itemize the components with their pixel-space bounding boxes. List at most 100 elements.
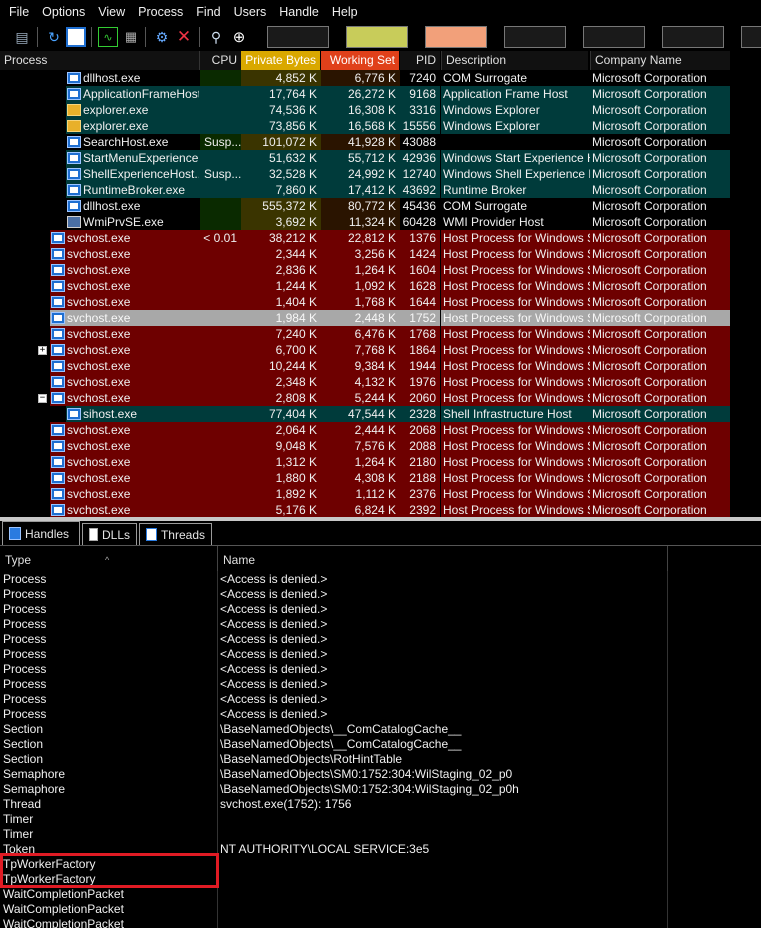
menu-find[interactable]: Find — [191, 5, 225, 19]
handle-row[interactable]: Semaphore \BaseNamedObjects\SM0:1752:304:… — [0, 767, 761, 782]
column-header-pid[interactable]: PID — [400, 51, 440, 70]
menu-process[interactable]: Process — [133, 5, 188, 19]
handle-type: Semaphore — [3, 767, 66, 781]
menu-help[interactable]: Help — [327, 5, 363, 19]
handle-row[interactable]: Process <Access is denied.> — [0, 602, 761, 617]
menu-options[interactable]: Options — [37, 5, 90, 19]
handle-row[interactable]: Process <Access is denied.> — [0, 707, 761, 722]
process-row[interactable]: svchost.exe 1,984 K 2,448 K 1752 Host Proces… — [0, 310, 730, 326]
process-row[interactable]: SearchHost.exe Susp... 101,072 K 41,928 K 43… — [0, 134, 730, 150]
kill-icon[interactable]: ✕ — [174, 27, 194, 47]
process-row[interactable]: dllhost.exe 555,372 K 80,772 K 45436 COM Sur… — [0, 198, 730, 214]
menu-view[interactable]: View — [93, 5, 130, 19]
process-row[interactable]: svchost.exe 2,836 K 1,264 K 1604 Host Proces… — [0, 262, 730, 278]
process-row[interactable]: dllhost.exe 4,852 K 6,776 K 7240 COM Surroga… — [0, 70, 730, 86]
process-row[interactable]: WmiPrvSE.exe 3,692 K 11,324 K 60428 WMI Prov… — [0, 214, 730, 230]
handle-row[interactable]: WaitCompletionPacket — [0, 887, 761, 902]
process-row[interactable]: svchost.exe 1,880 K 4,308 K 2188 Host Proces… — [0, 470, 730, 486]
save-icon[interactable]: ▤ — [12, 27, 32, 47]
menu-users[interactable]: Users — [229, 5, 272, 19]
process-row[interactable]: svchost.exe 2,348 K 4,132 K 1976 Host Proces… — [0, 374, 730, 390]
handle-row[interactable]: Process <Access is denied.> — [0, 617, 761, 632]
handle-row[interactable]: Section \BaseNamedObjects\RotHintTable — [0, 752, 761, 767]
process-row[interactable]: svchost.exe < 0.01 38,212 K 22,812 K 1376 Hos… — [0, 230, 730, 246]
process-row[interactable]: RuntimeBroker.exe 7,860 K 17,412 K 43692 Run… — [0, 182, 730, 198]
process-row[interactable]: svchost.exe 1,244 K 1,092 K 1628 Host Proces… — [0, 278, 730, 294]
column-header-company[interactable]: Company Name — [590, 51, 730, 70]
extra-graph[interactable] — [741, 26, 761, 48]
process-cpu — [200, 246, 241, 262]
find-icon[interactable]: ⚲ — [206, 27, 226, 47]
process-row[interactable]: explorer.exe 73,856 K 16,568 K 15556 Windows… — [0, 118, 730, 134]
handle-name: \BaseNamedObjects\RotHintTable — [220, 752, 403, 766]
process-working-set: 9,384 K — [321, 358, 400, 374]
handle-row[interactable]: Process <Access is denied.> — [0, 662, 761, 677]
handle-row[interactable]: Process <Access is denied.> — [0, 587, 761, 602]
handle-row[interactable]: WaitCompletionPacket — [0, 917, 761, 928]
menu-handle[interactable]: Handle — [274, 5, 324, 19]
commit-graph[interactable] — [346, 26, 408, 48]
process-row[interactable]: svchost.exe 7,240 K 6,476 K 1768 Host Proces… — [0, 326, 730, 342]
handle-row[interactable]: Process <Access is denied.> — [0, 632, 761, 647]
column-header-private-bytes[interactable]: Private Bytes — [241, 51, 320, 70]
process-name: svchost.exe — [67, 231, 131, 245]
tab-threads[interactable]: Threads — [139, 523, 212, 545]
handle-row[interactable]: Semaphore \BaseNamedObjects\SM0:1752:304:… — [0, 782, 761, 797]
process-row[interactable]: svchost.exe 1,892 K 1,112 K 2376 Host Proces… — [0, 486, 730, 502]
process-row[interactable]: svchost.exe 5,176 K 6,824 K 2392 Host Proces… — [0, 502, 730, 517]
handle-row[interactable]: Process <Access is denied.> — [0, 677, 761, 692]
process-working-set: 6,776 K — [321, 70, 400, 86]
handle-row[interactable]: WaitCompletionPacket — [0, 902, 761, 917]
refresh-icon[interactable]: ↻ — [44, 27, 64, 47]
network-graph[interactable] — [504, 26, 566, 48]
process-row[interactable]: explorer.exe 74,536 K 16,308 K 3316 Windows … — [0, 102, 730, 118]
process-row[interactable]: svchost.exe 2,064 K 2,444 K 2068 Host Proces… — [0, 422, 730, 438]
process-row[interactable]: svchost.exe 1,312 K 1,264 K 2180 Host Proces… — [0, 454, 730, 470]
handle-row[interactable]: Section \BaseNamedObjects\__ComCatalogCac… — [0, 737, 761, 752]
menu-file[interactable]: File — [4, 5, 34, 19]
cpu-graph[interactable] — [267, 26, 329, 48]
tab-dlls[interactable]: DLLs — [82, 523, 137, 545]
tab-handles[interactable]: Handles — [2, 521, 80, 545]
column-header-type[interactable]: Type ^ — [0, 546, 218, 572]
crosshair-icon[interactable]: ⊕ — [229, 27, 249, 47]
process-company: Microsoft Corporation — [590, 406, 730, 422]
settings-target-icon[interactable]: ⚙ — [152, 27, 172, 47]
process-row[interactable]: ApplicationFrameHost... 17,764 K 26,272 K9… — [0, 86, 730, 102]
gpu-graph[interactable] — [662, 26, 724, 48]
handle-row[interactable]: Process <Access is denied.> — [0, 692, 761, 707]
process-row[interactable]: svchost.exe 10,244 K 9,384 K 1944 Host Proce… — [0, 358, 730, 374]
disk-graph[interactable] — [583, 26, 645, 48]
column-header-process[interactable]: Process — [0, 51, 200, 70]
column-header-name[interactable]: Name — [218, 546, 668, 572]
process-row[interactable]: svchost.exe 9,048 K 7,576 K 2088 Host Proces… — [0, 438, 730, 454]
column-header-working-set[interactable]: Working Set — [321, 51, 399, 70]
app-window-icon — [51, 376, 65, 388]
process-description: Host Process for Windows S... — [441, 438, 590, 454]
graph-icon[interactable]: ∿ — [98, 27, 118, 47]
handle-row[interactable]: Process <Access is denied.> — [0, 572, 761, 587]
handle-row[interactable]: Process <Access is denied.> — [0, 647, 761, 662]
process-row[interactable]: − svchost.exe 2,808 K 5,244 K 2060 Host Proce… — [0, 390, 730, 406]
handle-row[interactable]: Section \BaseNamedObjects\__ComCatalogCac… — [0, 722, 761, 737]
process-pid: 1944 — [400, 358, 440, 374]
process-row[interactable]: StartMenuExperience... 51,632 K 55,712 K 42… — [0, 150, 730, 166]
cpu-icon[interactable]: ▦ — [121, 27, 141, 47]
column-header-description[interactable]: Description — [441, 51, 588, 70]
process-row[interactable]: + svchost.exe 6,700 K 7,768 K 1864 Host Proce… — [0, 342, 730, 358]
collapse-icon[interactable]: − — [38, 394, 47, 403]
process-cpu — [200, 470, 241, 486]
process-row[interactable]: svchost.exe 1,404 K 1,768 K 1644 Host Proces… — [0, 294, 730, 310]
io-graph[interactable] — [425, 26, 487, 48]
expand-icon[interactable]: + — [38, 346, 47, 355]
process-row[interactable]: svchost.exe 2,344 K 3,256 K 1424 Host Proces… — [0, 246, 730, 262]
handle-row[interactable]: Timer — [0, 827, 761, 842]
handle-type: Thread — [3, 797, 42, 811]
column-header-cpu[interactable]: CPU — [200, 51, 241, 70]
handle-row[interactable]: Timer — [0, 812, 761, 827]
process-row[interactable]: sihost.exe 77,404 K 47,544 K 2328 Shell Infr… — [0, 406, 730, 422]
handle-row[interactable]: Thread svchost.exe(1752): 1756 — [0, 797, 761, 812]
process-row[interactable]: ShellExperienceHost.... Susp... 32,528 K 24… — [0, 166, 730, 182]
tab-handles-label: Handles — [25, 526, 70, 541]
window-icon[interactable] — [66, 27, 86, 47]
